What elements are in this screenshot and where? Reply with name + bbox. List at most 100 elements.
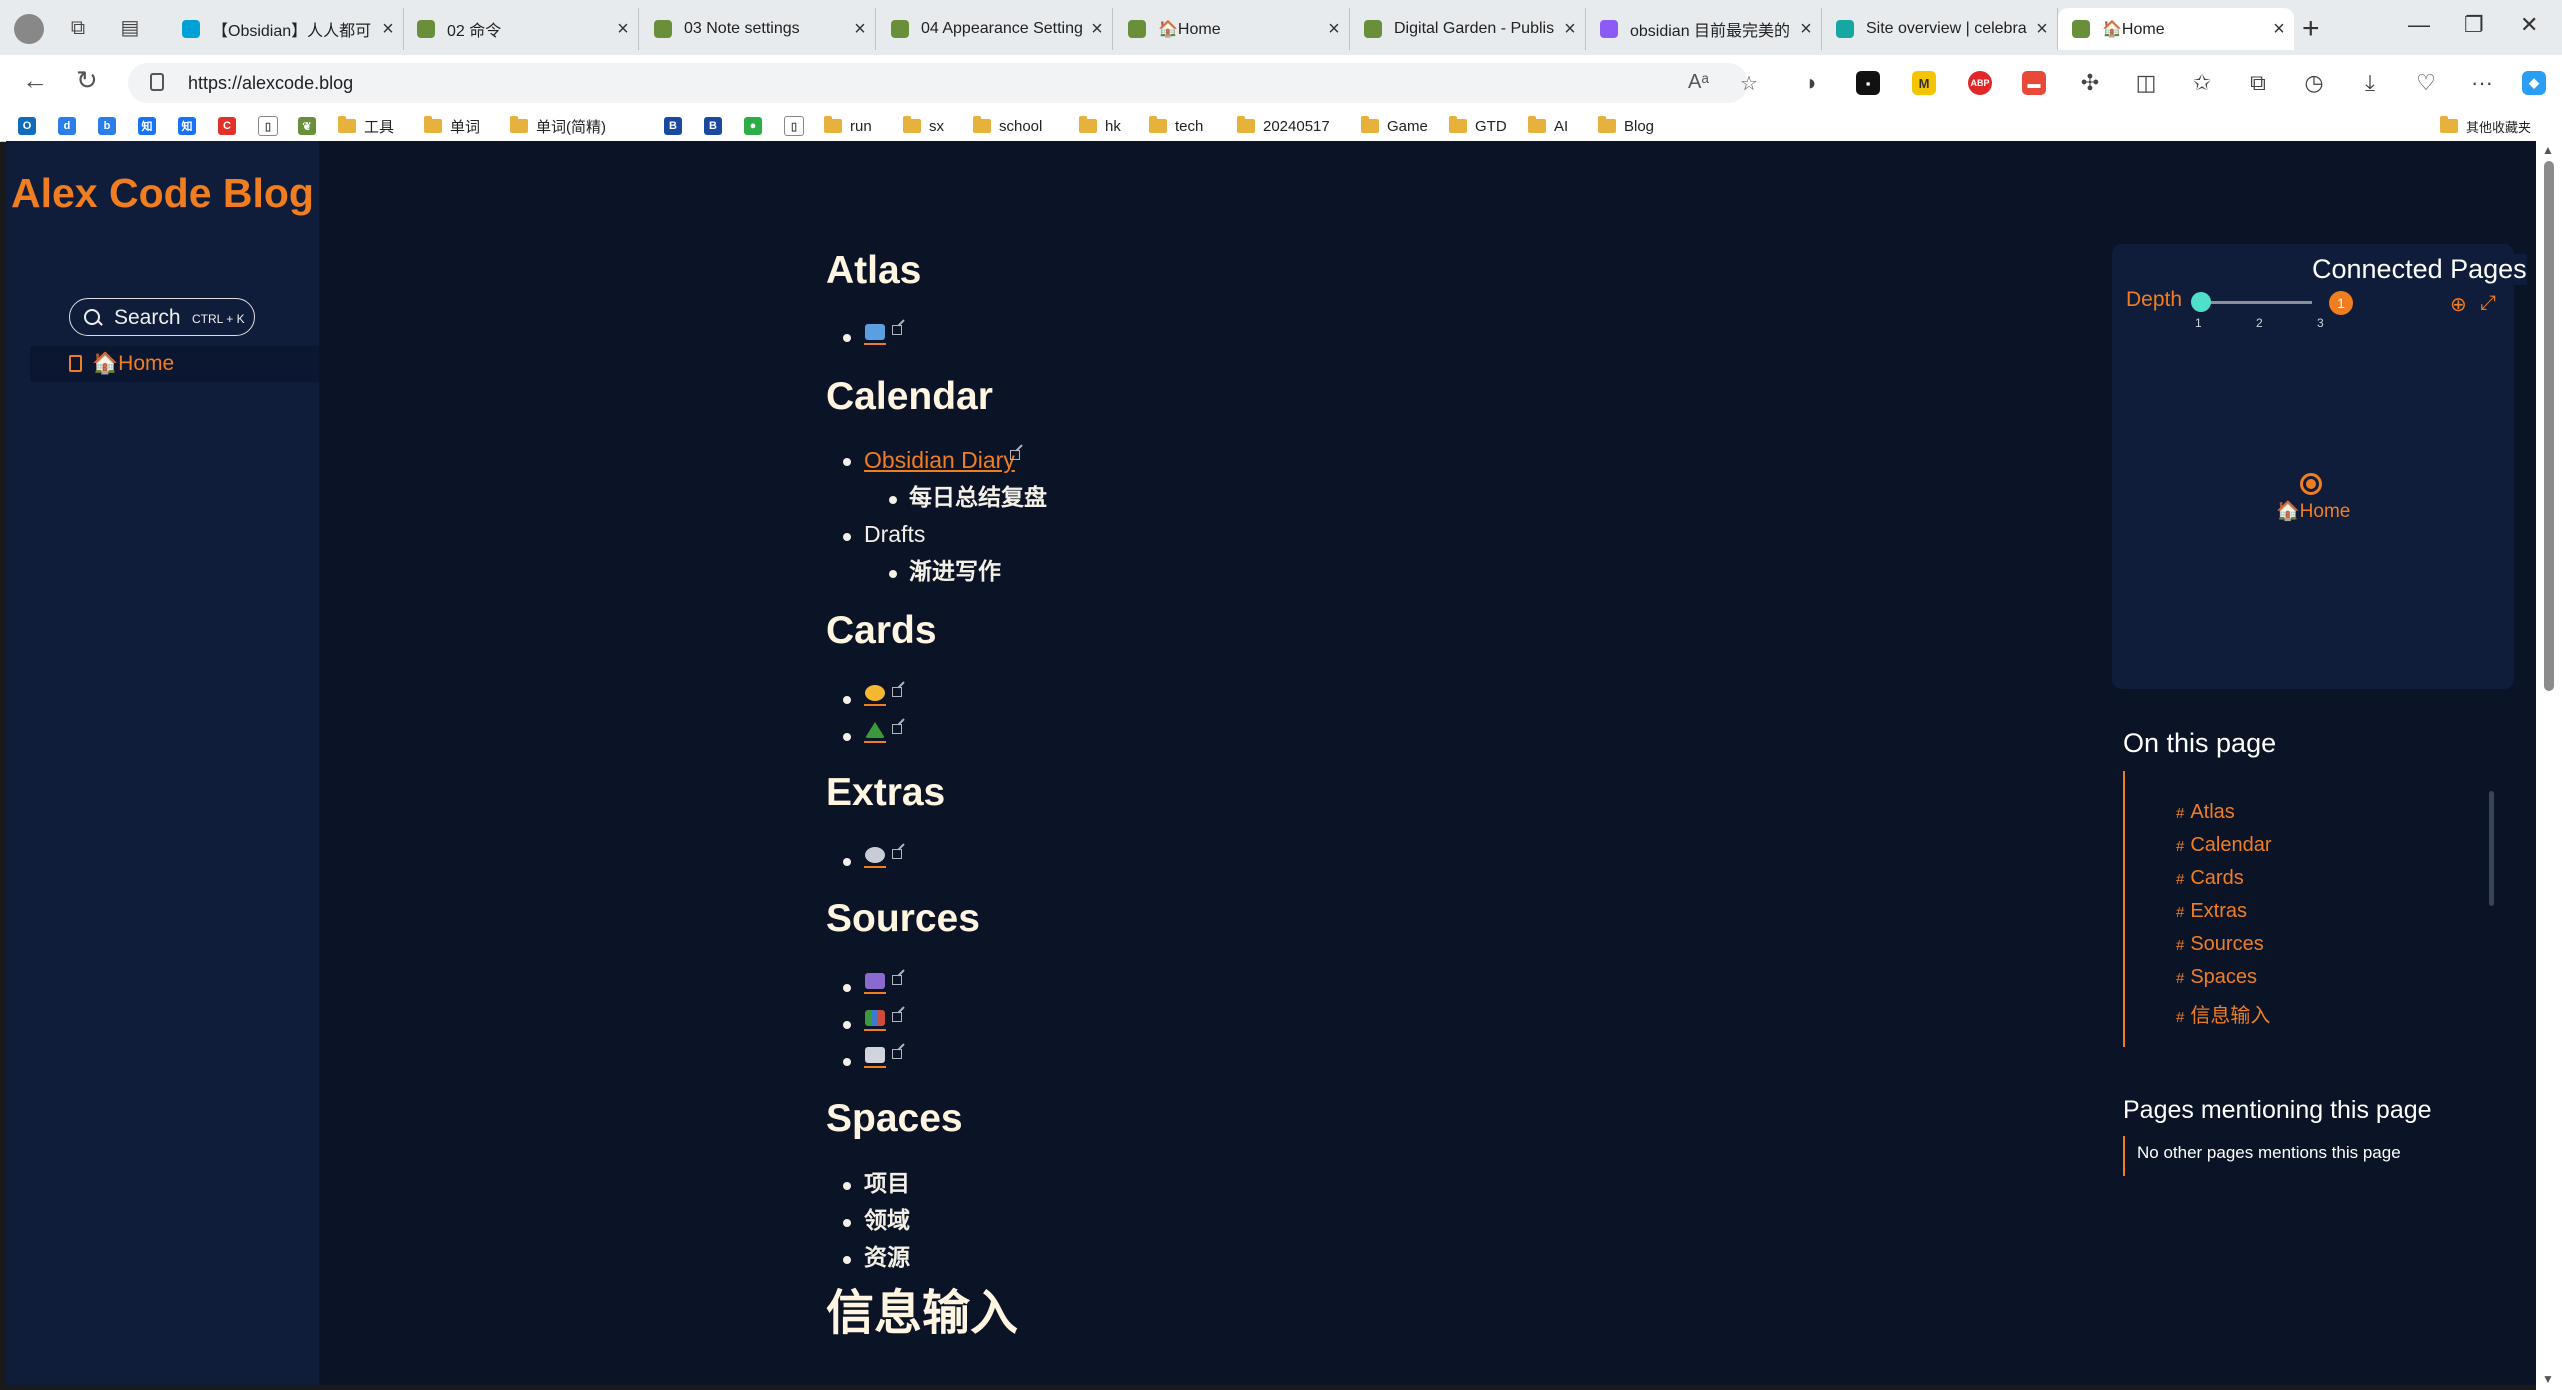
search-button[interactable]: Search CTRL + K: [69, 298, 255, 336]
depth-slider-handle[interactable]: [2191, 292, 2211, 312]
close-tab-icon[interactable]: ×: [1791, 18, 1821, 41]
favorites-icon[interactable]: ✩: [2190, 70, 2214, 95]
performance-icon[interactable]: ♡: [2414, 70, 2438, 95]
bookmark-icon[interactable]: b: [98, 115, 116, 137]
sources-link-3[interactable]: [864, 1046, 886, 1068]
close-tab-icon[interactable]: ×: [608, 18, 638, 41]
read-aloud-icon[interactable]: Aᵃ: [1688, 71, 1709, 94]
depth-slider-track[interactable]: [2200, 301, 2312, 304]
toc-item[interactable]: # Spaces: [2176, 966, 2257, 989]
toc-item[interactable]: # Atlas: [2176, 801, 2235, 824]
copilot-icon[interactable]: ◆: [2522, 71, 2546, 95]
browser-tab[interactable]: 🏠Home ×: [1114, 8, 1350, 50]
close-tab-icon[interactable]: ×: [2027, 18, 2057, 41]
bookmark-folder[interactable]: 工具: [338, 115, 394, 137]
close-tab-icon[interactable]: ×: [845, 18, 875, 41]
bookmark-icon[interactable]: O: [18, 115, 36, 137]
vertical-tabs-icon[interactable]: ▤: [117, 16, 143, 40]
extension-bitwarden-icon[interactable]: ▪: [1856, 71, 1880, 95]
cards-link-2[interactable]: [864, 721, 886, 743]
bookmark-icon[interactable]: 知: [178, 115, 196, 137]
page-scrollbar[interactable]: ▲ ▼: [2536, 141, 2562, 1390]
bookmark-folder[interactable]: Game: [1361, 115, 1428, 137]
close-tab-icon[interactable]: ×: [2264, 18, 2294, 41]
bookmark-folder[interactable]: school: [973, 115, 1042, 137]
new-tab-button[interactable]: +: [2302, 12, 2320, 46]
close-tab-icon[interactable]: ×: [1555, 18, 1585, 41]
expand-icon[interactable]: ⤢: [2480, 292, 2496, 315]
global-graph-icon[interactable]: ⊕: [2450, 292, 2467, 317]
toc-item[interactable]: # Cards: [2176, 867, 2244, 890]
scroll-up-icon[interactable]: ▲: [2542, 143, 2554, 157]
bookmark-icon[interactable]: B: [664, 115, 682, 137]
adblock-icon[interactable]: ABP: [1968, 71, 1992, 95]
minimize-button[interactable]: —: [2408, 12, 2430, 38]
cards-link-1[interactable]: [864, 684, 886, 706]
extension-m-icon[interactable]: M: [1912, 71, 1936, 95]
connected-pages-graph[interactable]: Depth 1 1 2 3 ⊕ ⤢ 🏠Home: [2112, 244, 2514, 689]
scrollbar-thumb[interactable]: [2544, 161, 2554, 691]
toc-scrollbar[interactable]: [2489, 791, 2494, 906]
graph-node-home[interactable]: [2300, 473, 2322, 495]
extension-red-icon[interactable]: ▬: [2022, 71, 2046, 95]
collections-icon[interactable]: ⧉: [2246, 70, 2270, 95]
lock-icon[interactable]: [150, 73, 164, 91]
browser-tab[interactable]: Site overview | celebrat ×: [1822, 8, 2058, 50]
other-bookmarks[interactable]: 其他收藏夹: [2440, 115, 2531, 137]
url-text[interactable]: https://alexcode.blog: [188, 73, 353, 94]
close-window-button[interactable]: ✕: [2520, 12, 2538, 38]
sources-link-1[interactable]: [864, 972, 886, 994]
browser-tab[interactable]: obsidian 目前最完美的 ×: [1586, 8, 1822, 50]
history-icon[interactable]: ◷: [2302, 70, 2326, 95]
close-tab-icon[interactable]: ×: [373, 18, 403, 41]
favorite-star-icon[interactable]: ☆: [1740, 71, 1758, 96]
scroll-down-icon[interactable]: ▼: [2542, 1372, 2554, 1386]
close-tab-icon[interactable]: ×: [1082, 18, 1112, 41]
bookmark-icon[interactable]: B: [704, 115, 722, 137]
bookmark-folder[interactable]: 单词: [424, 115, 480, 137]
atlas-link[interactable]: [864, 323, 886, 345]
bookmark-folder[interactable]: sx: [903, 115, 944, 137]
browser-tab[interactable]: 03 Note settings ×: [640, 8, 876, 50]
graph-node-label[interactable]: 🏠Home: [2276, 499, 2350, 523]
bookmark-icon[interactable]: ▯: [258, 115, 278, 137]
extensions-icon[interactable]: ✣: [2078, 70, 2102, 95]
sidebar-item-home[interactable]: 🏠Home: [30, 346, 319, 382]
bookmark-icon[interactable]: d: [58, 115, 76, 137]
bookmark-icon[interactable]: ●: [744, 115, 762, 137]
browser-tab[interactable]: 04 Appearance Settings ×: [877, 8, 1113, 50]
extras-link[interactable]: [864, 846, 886, 868]
toc-item[interactable]: # Sources: [2176, 933, 2264, 956]
bookmark-icon[interactable]: C: [218, 115, 236, 137]
browser-tab[interactable]: 【Obsidian】人人都可以 ×: [168, 8, 404, 50]
workspaces-icon[interactable]: ⧉: [65, 16, 91, 40]
bookmark-folder[interactable]: 20240517: [1237, 115, 1330, 137]
bookmark-icon[interactable]: 知: [138, 115, 156, 137]
browser-tab[interactable]: Digital Garden - Publish ×: [1350, 8, 1586, 50]
bookmark-folder[interactable]: AI: [1528, 115, 1568, 137]
restore-button[interactable]: ❐: [2464, 12, 2484, 38]
site-title[interactable]: Alex Code Blog: [6, 169, 319, 218]
browser-tab[interactable]: 02 命令 ×: [403, 8, 639, 50]
close-tab-icon[interactable]: ×: [1319, 18, 1349, 41]
toc-item[interactable]: # 信息输入: [2176, 999, 2270, 1028]
bookmark-folder[interactable]: Blog: [1598, 115, 1654, 137]
bookmark-folder[interactable]: GTD: [1449, 115, 1507, 137]
split-screen-icon[interactable]: ◫: [2134, 70, 2158, 95]
sources-link-2[interactable]: [864, 1009, 886, 1031]
browser-tab[interactable]: 🏠Home ×: [2058, 8, 2294, 50]
downloads-icon[interactable]: ⤓: [2358, 70, 2382, 95]
bookmark-folder[interactable]: run: [824, 115, 872, 137]
back-button[interactable]: ←: [22, 65, 48, 96]
obsidian-diary-link[interactable]: Obsidian Diary: [864, 446, 1015, 474]
toc-item[interactable]: # Calendar: [2176, 834, 2272, 857]
refresh-button[interactable]: ↻: [76, 65, 98, 96]
bookmark-folder[interactable]: hk: [1079, 115, 1121, 137]
bookmark-folder[interactable]: tech: [1149, 115, 1203, 137]
bookmark-icon[interactable]: ❦: [298, 115, 316, 137]
profile-icon[interactable]: [14, 14, 44, 44]
bookmark-icon[interactable]: ▯: [784, 115, 804, 137]
more-options-icon[interactable]: ···: [2470, 70, 2494, 95]
address-bar[interactable]: https://alexcode.blog Aᵃ ☆: [128, 63, 1758, 103]
shield-icon[interactable]: ◗: [1800, 70, 1824, 95]
